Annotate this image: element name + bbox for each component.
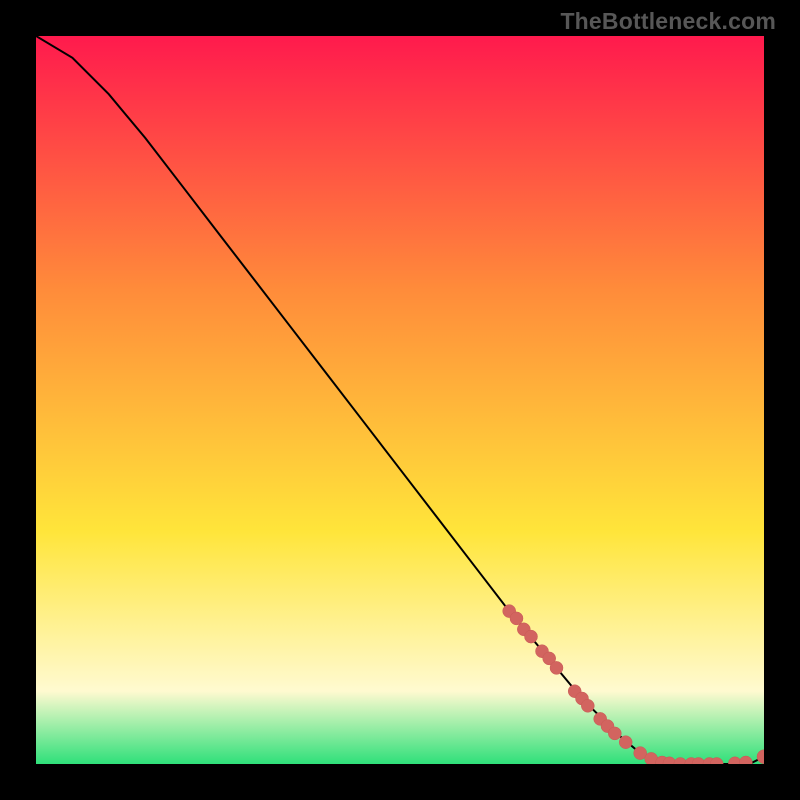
chart-marker [619, 736, 632, 749]
chart-background-gradient [36, 36, 764, 764]
chart-marker [608, 727, 621, 740]
chart-svg [36, 36, 764, 764]
chart-marker [550, 661, 563, 674]
attribution-watermark: TheBottleneck.com [560, 8, 776, 35]
chart-frame: TheBottleneck.com [0, 0, 800, 800]
chart-marker [510, 612, 523, 625]
chart-marker [581, 699, 594, 712]
chart-marker [525, 630, 538, 643]
chart-plot-area [36, 36, 764, 764]
